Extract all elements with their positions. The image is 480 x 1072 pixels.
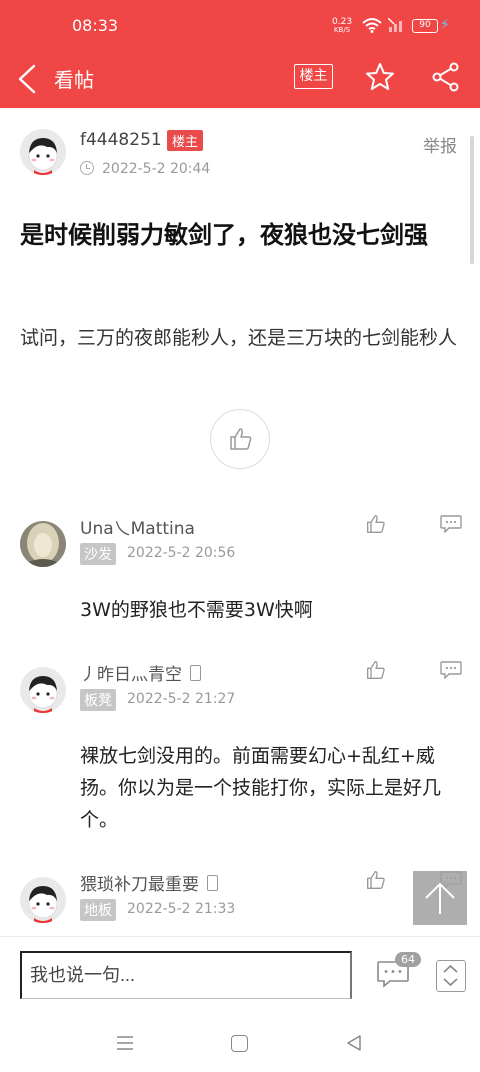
floor-badge: 地板 [80, 899, 116, 921]
reply-username[interactable]: 猥琐补刀最重要 [80, 870, 218, 895]
home-icon[interactable] [231, 1035, 248, 1052]
status-bar: 08:33 0.23 KB/S 90 ⚡ [0, 0, 480, 50]
status-time: 08:33 [72, 16, 119, 35]
post-time: 2022-5-2 20:44 [80, 161, 210, 177]
page-title: 看帖 [54, 68, 94, 92]
post-body: 试问，三万的夜郎能秒人，还是三万块的七剑能秒人 [20, 327, 458, 349]
charging-icon: ⚡ [440, 17, 450, 33]
nav-back-icon[interactable] [345, 1034, 363, 1052]
post-title: 是时候削弱力敏剑了，夜狼也没七剑强 [20, 221, 428, 249]
share-icon[interactable] [430, 61, 462, 93]
chevron-up-down-icon [443, 964, 458, 987]
clock-icon [80, 161, 94, 175]
op-avatar[interactable] [20, 129, 66, 175]
mobile-device-icon [190, 665, 201, 681]
reply-username[interactable]: Una乀Mattina [80, 514, 195, 539]
op-badge: 楼主 [167, 130, 204, 151]
battery-icon: 90 [412, 19, 438, 33]
back-to-top-button[interactable] [413, 871, 467, 925]
scrollbar[interactable] [470, 136, 474, 264]
floor-badge: 沙发 [80, 543, 116, 565]
signal-icon [388, 18, 402, 32]
menu-icon[interactable] [116, 1035, 134, 1051]
back-icon[interactable] [14, 62, 44, 96]
reply-comment-icon[interactable] [440, 661, 462, 679]
favorite-star-icon[interactable] [364, 61, 396, 93]
mobile-device-icon [207, 875, 218, 891]
reply-avatar[interactable] [20, 521, 66, 567]
comment-count-badge: 64 [395, 952, 421, 967]
network-speed: 0.23 KB/S [332, 17, 353, 35]
thumbs-up-icon [230, 428, 252, 450]
reply-like-icon[interactable] [366, 514, 386, 534]
op-username[interactable]: f4448251 [80, 130, 162, 150]
system-nav-bar [0, 1010, 480, 1072]
report-button[interactable]: 举报 [423, 132, 457, 157]
only-op-button[interactable]: 楼主 [294, 64, 333, 89]
reply-time: 2022-5-2 21:27 [127, 691, 236, 707]
post-like-button[interactable] [210, 409, 270, 469]
reply-bar: 64 [0, 936, 480, 1010]
reply-avatar[interactable] [20, 877, 66, 923]
page-jump-button[interactable] [436, 960, 466, 992]
reply-comment-icon[interactable] [440, 515, 462, 533]
reply-username[interactable]: 丿昨日灬青空 [80, 660, 201, 685]
arrow-up-icon [425, 882, 455, 914]
reply-avatar[interactable] [20, 667, 66, 713]
reply-like-icon[interactable] [366, 870, 386, 890]
reply-body: 3W的野狼也不需要3W快啊 [80, 599, 313, 621]
wifi-icon [362, 18, 382, 33]
reply-time: 2022-5-2 21:33 [127, 901, 236, 917]
reply-like-icon[interactable] [366, 660, 386, 680]
reply-time: 2022-5-2 20:56 [127, 545, 236, 561]
floor-badge: 板凳 [80, 689, 116, 711]
app-bar: 看帖 楼主 [0, 50, 480, 108]
reply-body: 裸放七剑没用的。前面需要幻心+乱红+威扬。你以为是一个技能打你，实际上是好几个。 [80, 745, 442, 831]
reply-input[interactable] [20, 951, 352, 999]
